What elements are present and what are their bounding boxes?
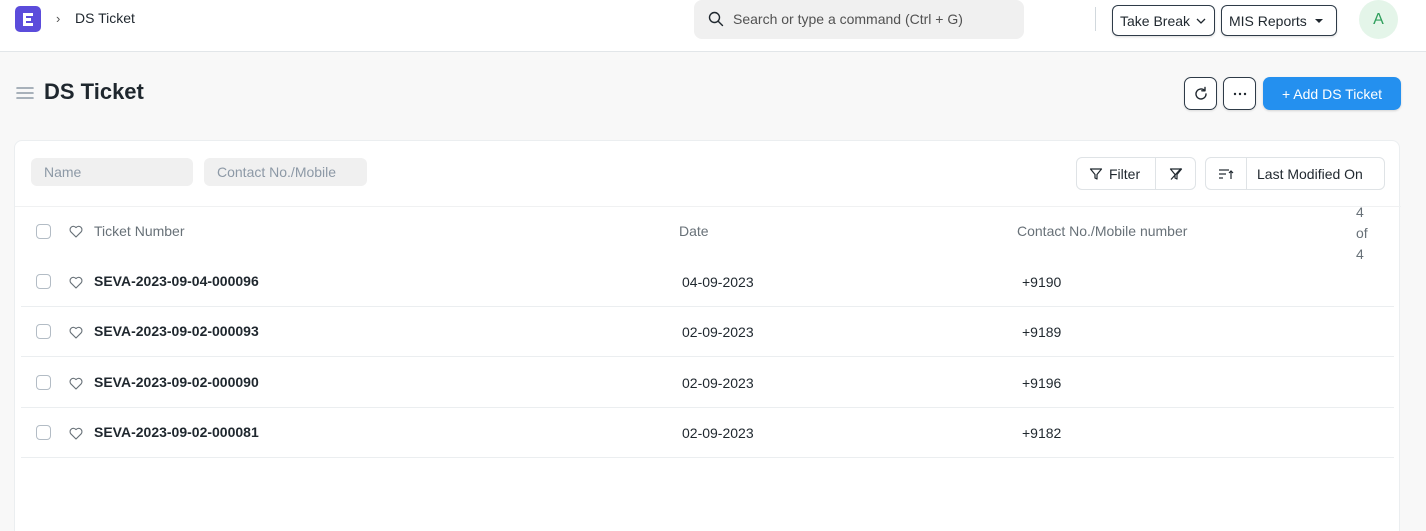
row-divider: [21, 407, 1394, 408]
ticket-number-link[interactable]: SEVA-2023-09-02-000081: [94, 424, 259, 440]
add-ds-ticket-button[interactable]: + Add DS Ticket: [1263, 77, 1401, 110]
row-checkbox[interactable]: [36, 425, 51, 440]
row-divider: [21, 356, 1394, 357]
ticket-number-link[interactable]: SEVA-2023-09-04-000096: [94, 273, 259, 289]
refresh-button[interactable]: [1184, 77, 1217, 110]
page-title: DS Ticket: [44, 79, 144, 104]
clear-filters-button[interactable]: [1155, 157, 1196, 190]
app-logo[interactable]: [15, 6, 41, 32]
sort-order-button[interactable]: [1205, 157, 1247, 190]
more-icon: [1233, 92, 1246, 95]
contact-cell: +9189: [1022, 324, 1062, 340]
select-all-checkbox[interactable]: [36, 224, 51, 239]
caret-down-icon: [1314, 18, 1323, 23]
record-count: 4 of 4: [1356, 204, 1368, 262]
heart-icon[interactable]: [69, 427, 83, 440]
heart-icon[interactable]: [69, 377, 83, 390]
date-cell: 04-09-2023: [682, 274, 754, 290]
sort-icon: [1219, 168, 1234, 179]
filter-icon: [1089, 167, 1103, 180]
heart-icon[interactable]: [69, 276, 83, 289]
column-header-date[interactable]: Date: [679, 223, 709, 239]
filter-button[interactable]: Filter: [1076, 157, 1156, 190]
heart-icon[interactable]: [69, 326, 83, 339]
column-header-contact[interactable]: Contact No./Mobile number: [1017, 223, 1187, 239]
more-actions-button[interactable]: [1223, 77, 1256, 110]
contact-cell: +9182: [1022, 425, 1062, 441]
contact-cell: +9196: [1022, 375, 1062, 391]
breadcrumb-ds-ticket[interactable]: DS Ticket: [75, 10, 135, 26]
navbar-divider: [1095, 7, 1096, 31]
ticket-number-link[interactable]: SEVA-2023-09-02-000093: [94, 323, 259, 339]
column-header-ticket-number[interactable]: Ticket Number: [94, 223, 185, 239]
heart-icon[interactable]: [69, 225, 83, 238]
avatar[interactable]: A: [1359, 0, 1398, 39]
contact-cell: +9190: [1022, 274, 1062, 290]
take-break-label: Take Break: [1120, 12, 1191, 29]
contact-filter-input[interactable]: Contact No./Mobile: [204, 158, 367, 186]
search-bar[interactable]: Search or type a command (Ctrl + G): [694, 0, 1024, 39]
menu-icon[interactable]: [16, 85, 34, 101]
filter-clear-icon: [1169, 167, 1182, 180]
mis-reports-button[interactable]: MIS Reports: [1221, 5, 1337, 36]
filter-label: Filter: [1109, 165, 1141, 182]
search-placeholder: Search or type a command (Ctrl + G): [733, 11, 963, 27]
chevron-right-icon: ›: [56, 11, 61, 26]
row-checkbox[interactable]: [36, 274, 51, 289]
search-icon: [708, 11, 724, 27]
mis-reports-label: MIS Reports: [1229, 12, 1307, 29]
navbar: › DS Ticket Search or type a command (Ct…: [0, 0, 1426, 52]
name-filter-input[interactable]: Name: [31, 158, 193, 186]
date-cell: 02-09-2023: [682, 324, 754, 340]
sort-by-button[interactable]: Last Modified On: [1246, 157, 1385, 190]
date-cell: 02-09-2023: [682, 375, 754, 391]
take-break-button[interactable]: Take Break: [1112, 5, 1215, 36]
row-checkbox[interactable]: [36, 324, 51, 339]
chevron-down-icon: [1196, 18, 1206, 24]
refresh-icon: [1194, 86, 1207, 100]
filter-divider: [15, 206, 1401, 207]
ticket-number-link[interactable]: SEVA-2023-09-02-000090: [94, 374, 259, 390]
row-divider: [21, 306, 1394, 307]
row-divider: [21, 457, 1394, 458]
date-cell: 02-09-2023: [682, 425, 754, 441]
list-card: Name Contact No./Mobile Filter Last Modi…: [14, 140, 1401, 531]
row-checkbox[interactable]: [36, 375, 51, 390]
